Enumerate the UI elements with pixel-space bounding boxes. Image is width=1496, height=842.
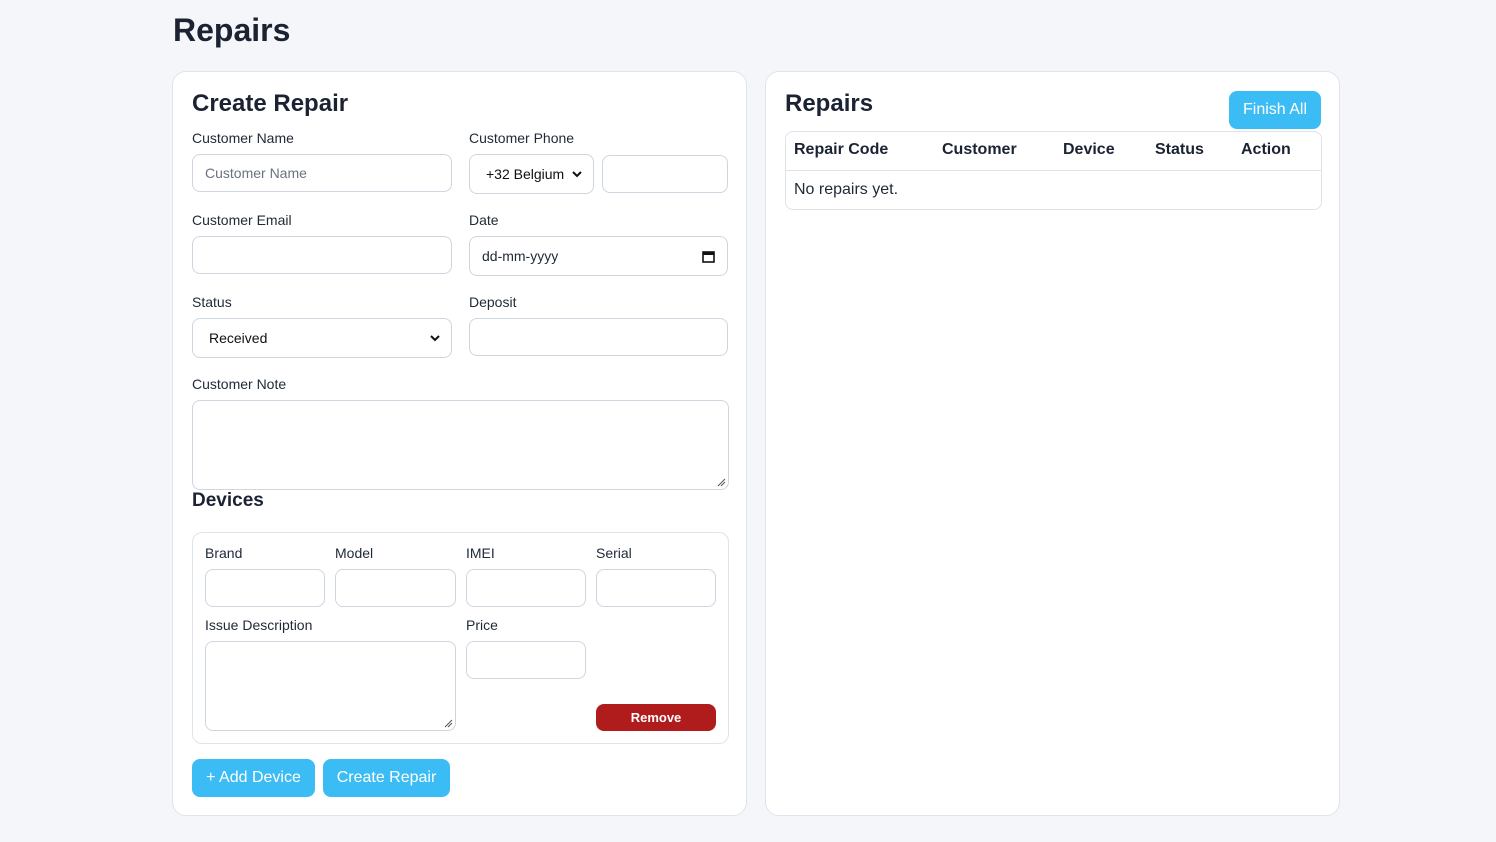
table-header-divider [786,170,1321,171]
device-price-input[interactable] [466,641,586,679]
country-code-value: +32 Belgium [486,166,565,182]
deposit-input[interactable] [469,318,728,356]
repairs-list-title: Repairs [785,90,874,117]
column-header-status: Status [1155,141,1204,158]
device-model-label: Model [335,545,374,561]
empty-state-message: No repairs yet. [794,181,899,198]
device-serial-input[interactable] [596,569,716,607]
deposit-label: Deposit [469,294,517,310]
create-repair-card: Create Repair Customer Name Customer Nam… [172,71,747,816]
customer-name-label: Customer Name [192,130,294,146]
customer-email-label: Customer Email [192,212,292,228]
devices-title: Devices [192,490,264,511]
date-label: Date [469,212,499,228]
repairs-list-card: Repairs Finish All Repair Code Customer … [765,71,1340,816]
customer-name-placeholder: Customer Name [205,165,307,181]
status-select[interactable]: Received [192,318,452,358]
repairs-table: Repair Code Customer Device Status Actio… [785,131,1322,210]
calendar-icon[interactable] [702,250,715,263]
resize-grip-icon[interactable] [444,719,453,728]
device-price-label: Price [466,617,498,633]
status-label: Status [192,294,232,310]
device-item: Brand Model IMEI Serial Issue Descriptio… [192,532,729,744]
customer-email-input[interactable] [192,236,452,274]
create-repair-button[interactable]: Create Repair [323,759,450,797]
chevron-down-icon [572,171,582,178]
column-header-action: Action [1241,141,1291,158]
customer-phone-input[interactable] [602,155,728,193]
country-code-select[interactable]: +32 Belgium [469,154,594,194]
device-imei-input[interactable] [466,569,586,607]
device-issue-textarea[interactable] [205,641,456,731]
chevron-down-icon [430,335,440,342]
resize-grip-icon[interactable] [717,478,726,487]
add-device-button[interactable]: + Add Device [192,759,315,797]
remove-device-button[interactable]: Remove [596,704,716,731]
customer-note-label: Customer Note [192,376,287,392]
device-issue-label: Issue Description [205,617,313,633]
column-header-device: Device [1063,141,1115,158]
device-serial-label: Serial [596,545,632,561]
column-header-customer: Customer [942,141,1017,158]
customer-phone-label: Customer Phone [469,130,575,146]
device-brand-label: Brand [205,545,243,561]
customer-note-textarea[interactable] [192,400,729,490]
finish-all-button[interactable]: Finish All [1229,91,1321,129]
device-imei-label: IMEI [466,545,495,561]
date-value: dd-mm-yyyy [482,248,559,264]
status-value: Received [209,330,268,346]
customer-name-input[interactable]: Customer Name [192,154,452,192]
page-title: Repairs [173,12,291,48]
date-input[interactable]: dd-mm-yyyy [469,236,728,276]
device-brand-input[interactable] [205,569,325,607]
create-repair-title: Create Repair [192,90,349,117]
column-header-repair-code: Repair Code [794,141,889,158]
device-model-input[interactable] [335,569,456,607]
